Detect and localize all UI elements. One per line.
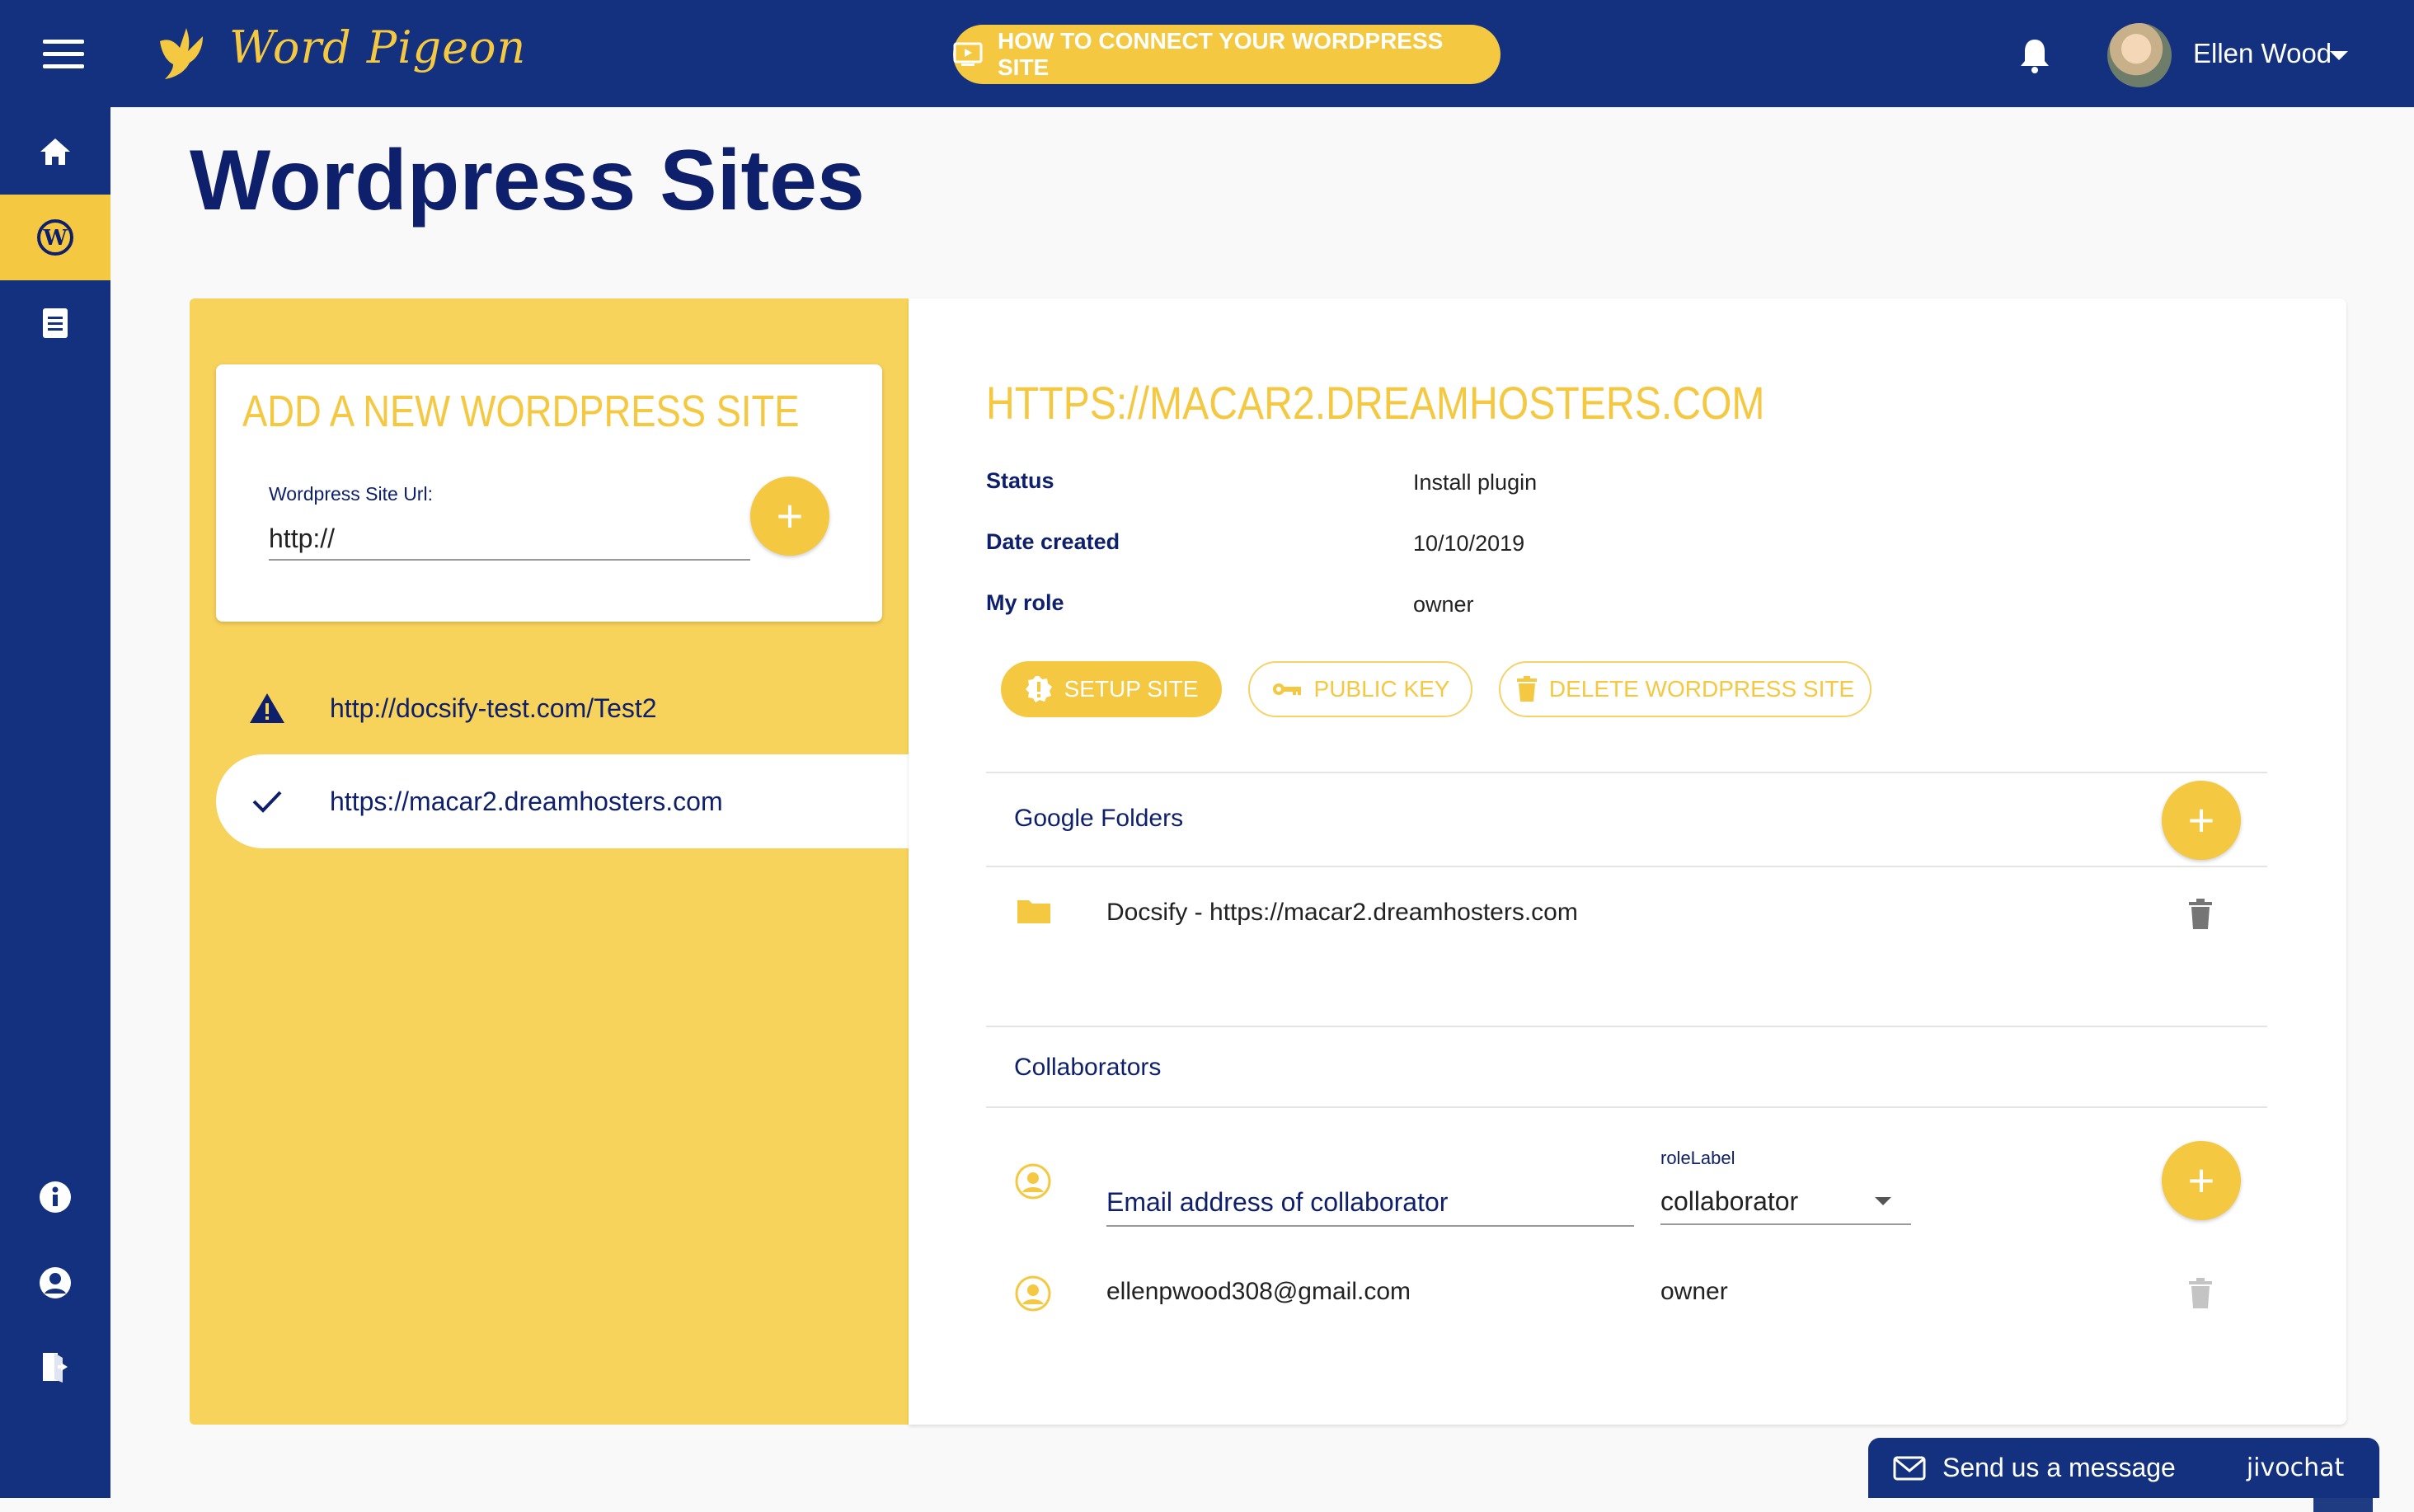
google-folders-title: Google Folders (1014, 805, 1184, 832)
collaborator-email-input[interactable] (1106, 1179, 1634, 1227)
my-role-label: My role (986, 590, 1064, 615)
add-collaborator-button[interactable]: + (2162, 1141, 2241, 1220)
role-label: roleLabel (1660, 1148, 1735, 1168)
check-icon (252, 791, 282, 813)
date-created-label: Date created (986, 529, 1120, 554)
divider (986, 772, 2267, 773)
plus-icon: + (2187, 1154, 2215, 1206)
pigeon-logo-icon (160, 28, 203, 79)
bell-icon[interactable] (2017, 36, 2053, 74)
divider (986, 1106, 2267, 1108)
document-icon (43, 308, 68, 338)
sidebar-item-info[interactable] (0, 1154, 110, 1240)
site-list-item-active[interactable]: https://macar2.dreamhosters.com (216, 754, 909, 848)
collaborator-role: owner (1660, 1278, 1728, 1305)
setup-alert-icon (1025, 676, 1052, 702)
svg-text:W: W (42, 226, 68, 251)
mail-icon (1893, 1456, 1926, 1480)
sidebar-item-logout[interactable] (0, 1324, 110, 1410)
video-icon (953, 42, 983, 66)
chat-widget[interactable]: Send us a message jivochat (1868, 1438, 2379, 1498)
sidebar-item-documents[interactable] (0, 280, 110, 366)
sidebar-item-wordpress[interactable]: W (0, 195, 110, 280)
info-icon (40, 1181, 71, 1213)
site-list-item[interactable]: http://docsify-test.com/Test2 (216, 661, 909, 755)
menu-icon[interactable] (43, 40, 84, 69)
divider (986, 866, 2267, 867)
setup-site-label: SETUP SITE (1064, 676, 1199, 702)
plus-icon: + (776, 490, 804, 542)
chat-label: Send us a message (1942, 1453, 2176, 1482)
folder-icon (1017, 900, 1050, 923)
logout-icon (43, 1353, 68, 1383)
trash-icon (1516, 676, 1537, 702)
sidebar-item-home[interactable] (0, 109, 110, 195)
delete-collaborator-icon (2189, 1278, 2212, 1308)
app-logo-text: Word Pigeon (229, 21, 527, 73)
public-key-button[interactable]: PUBLIC KEY (1248, 661, 1472, 717)
add-site-title: ADD A NEW WORDPRESS SITE (242, 387, 800, 436)
divider (986, 1026, 2267, 1027)
role-select-value: collaborator (1660, 1186, 1799, 1216)
collaborator-email: ellenpwood308@gmail.com (1106, 1278, 1411, 1305)
user-avatar[interactable] (2107, 23, 2172, 87)
home-icon (40, 139, 70, 165)
account-icon (40, 1267, 71, 1298)
add-site-button[interactable]: + (750, 477, 829, 556)
site-url: http://docsify-test.com/Test2 (330, 693, 657, 723)
how-to-connect-button[interactable]: HOW TO CONNECT YOUR WORDPRESS SITE (953, 25, 1501, 84)
delete-folder-icon[interactable] (2188, 899, 2213, 930)
how-to-connect-label: HOW TO CONNECT YOUR WORDPRESS SITE (997, 28, 1444, 80)
sidebar-item-account[interactable] (0, 1240, 110, 1326)
status-label: Status (986, 468, 1054, 493)
collaborator-user-icon (1015, 1275, 1051, 1312)
plus-icon: + (2187, 794, 2215, 846)
role-select[interactable]: collaborator (1660, 1179, 1911, 1225)
chevron-down-icon (1875, 1197, 1891, 1205)
collaborators-title: Collaborators (1014, 1054, 1162, 1081)
my-role-value: owner (1413, 592, 1474, 617)
chat-brand: jivochat (2246, 1453, 2345, 1482)
key-icon (1272, 683, 1301, 695)
google-folder-name: Docsify - https://macar2.dreamhosters.co… (1106, 899, 1578, 926)
site-url-label: Wordpress Site Url: (269, 483, 433, 505)
date-created-value: 10/10/2019 (1413, 531, 1525, 556)
warning-icon (250, 693, 284, 723)
status-value: Install plugin (1413, 470, 1538, 495)
user-name[interactable]: Ellen Wood (2193, 38, 2332, 69)
site-url-input[interactable] (269, 518, 750, 561)
delete-site-button[interactable]: DELETE WORDPRESS SITE (1499, 661, 1872, 717)
site-detail-card (909, 298, 2346, 1425)
setup-site-button[interactable]: SETUP SITE (1001, 661, 1222, 717)
collaborator-user-icon (1015, 1163, 1051, 1200)
delete-site-label: DELETE WORDPRESS SITE (1548, 676, 1855, 702)
add-google-folder-button[interactable]: + (2162, 781, 2241, 860)
page-title: Wordpress Sites (190, 133, 865, 228)
wordpress-icon: W (37, 219, 73, 256)
user-menu-caret-icon[interactable] (2330, 51, 2348, 60)
site-url: https://macar2.dreamhosters.com (330, 786, 723, 816)
site-detail-title: HTTPS://MACAR2.DREAMHOSTERS.COM (986, 377, 1765, 429)
public-key-label: PUBLIC KEY (1313, 676, 1450, 702)
